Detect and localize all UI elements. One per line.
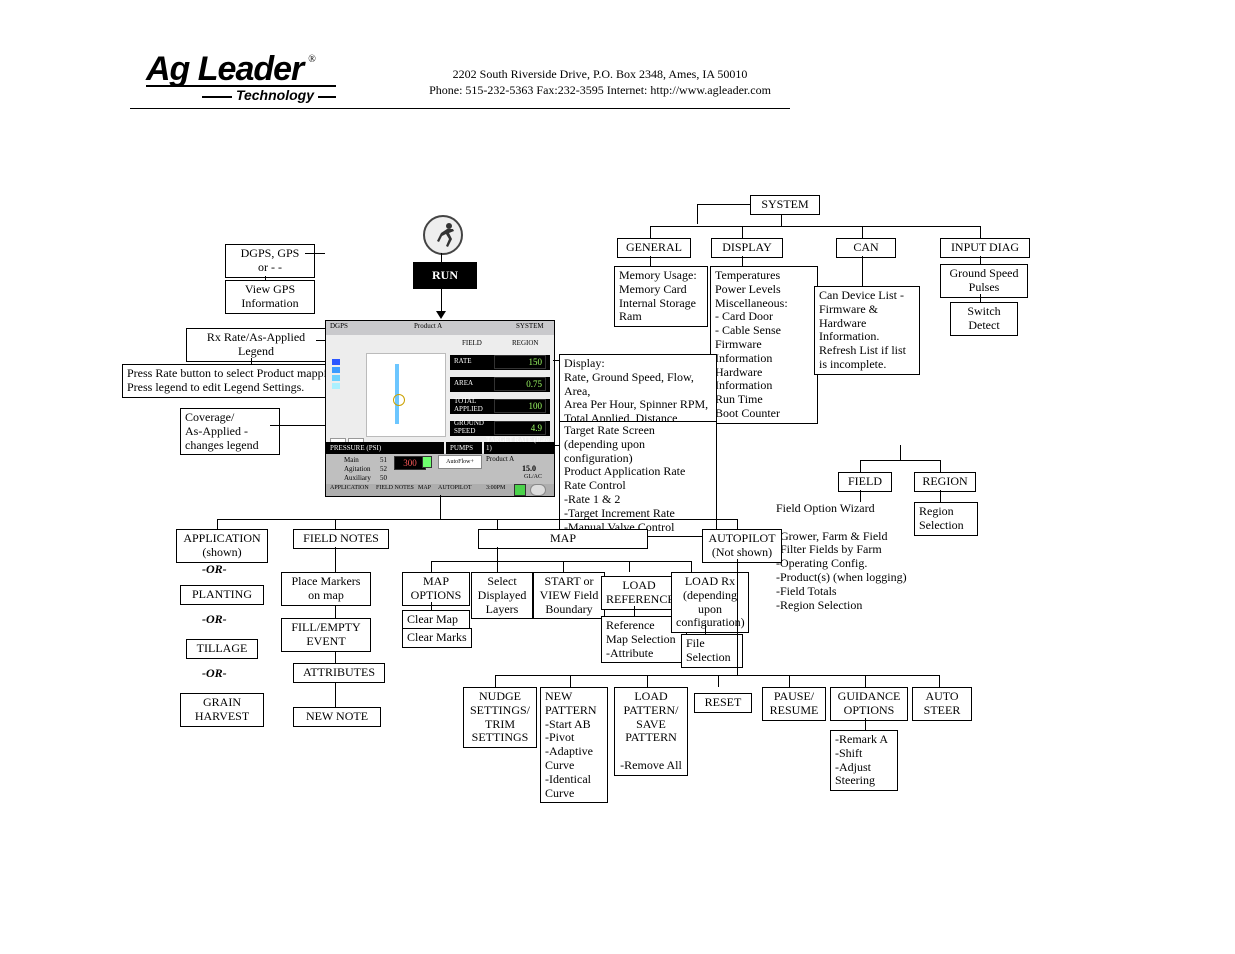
region-node[interactable]: REGION	[914, 472, 976, 492]
arrow-down-icon	[436, 311, 446, 319]
tillage-node[interactable]: TILLAGE	[186, 639, 258, 659]
autopilot-node[interactable]: AUTOPILOT (Not shown)	[702, 529, 782, 563]
display-readouts: Display: Rate, Ground Speed, Flow, Area,…	[559, 354, 717, 429]
guidance-node[interactable]: GUIDANCE OPTIONS	[830, 687, 908, 721]
general-notes: Memory Usage: Memory Card Internal Stora…	[614, 266, 708, 327]
or-3: -OR-	[202, 667, 227, 681]
field-notes: Field Option Wizard -Grower, Farm & Fiel…	[776, 502, 936, 612]
display-node[interactable]: DISPLAY	[711, 238, 783, 258]
map-node[interactable]: MAP	[478, 529, 648, 549]
planting-node[interactable]: PLANTING	[180, 585, 264, 605]
select-layers-node[interactable]: Select Displayed Layers	[471, 572, 533, 619]
reset-node[interactable]: RESET	[694, 693, 752, 713]
logo-sub: Technology	[236, 87, 314, 103]
markers-node[interactable]: Place Markers on map	[281, 572, 371, 606]
run-screen: DGPS Product A SYSTEM FIELD REGION RATE …	[325, 320, 555, 497]
logo-main: Ag Leader	[146, 50, 303, 88]
header-address: 2202 South Riverside Drive, P.O. Box 234…	[415, 68, 785, 82]
or-1: -OR-	[202, 563, 227, 577]
grain-node[interactable]: GRAIN HARVEST	[180, 693, 264, 727]
or-2: -OR-	[202, 613, 227, 627]
mapoptions-node[interactable]: MAP OPTIONS	[402, 572, 470, 606]
coverage-node: Coverage/ As-Applied - changes legend	[180, 408, 280, 455]
field-node[interactable]: FIELD	[838, 472, 892, 492]
newpattern-node[interactable]: NEW PATTERN -Start AB -Pivot -Adaptive C…	[540, 687, 608, 803]
input-groundspeed: Ground Speed Pulses	[940, 264, 1028, 298]
loadpattern-node[interactable]: LOAD PATTERN/ SAVE PATTERN -Remove All	[614, 687, 688, 776]
can-notes: Can Device List - Firmware & Hardware In…	[814, 286, 920, 375]
attributes-node[interactable]: ATTRIBUTES	[293, 663, 385, 683]
header-contact: Phone: 515-232-5363 Fax:232-3595 Interne…	[390, 84, 810, 98]
registered-icon: ®	[308, 54, 316, 65]
start-view-node[interactable]: START or VIEW Field Boundary	[533, 572, 605, 619]
rxrate-node[interactable]: Rx Rate/As-Applied Legend	[186, 328, 326, 362]
guidance-notes: -Remark A -Shift -Adjust Steering	[830, 730, 898, 791]
input-switch: Switch Detect	[950, 302, 1018, 336]
clearmarks-node[interactable]: Clear Marks	[402, 628, 472, 648]
region-selection: Region Selection	[914, 502, 978, 536]
logo: Ag Leader ® Technology	[146, 50, 340, 104]
system-node[interactable]: SYSTEM	[750, 195, 820, 215]
can-node[interactable]: CAN	[836, 238, 896, 258]
nudge-node[interactable]: NUDGE SETTINGS/ TRIM SETTINGS	[463, 687, 537, 748]
general-node[interactable]: GENERAL	[617, 238, 691, 258]
dgps-node[interactable]: DGPS, GPS or - -	[225, 244, 315, 278]
runner-icon	[423, 215, 463, 255]
run-button[interactable]: RUN	[413, 262, 477, 289]
autosteer-node[interactable]: AUTO STEER	[912, 687, 972, 721]
page: Ag Leader ® Technology 2202 South Rivers…	[0, 0, 1235, 954]
viewgps-node[interactable]: View GPS Information	[225, 280, 315, 314]
clearmap-node[interactable]: Clear Map	[402, 610, 470, 630]
application-node[interactable]: APPLICATION (shown)	[176, 529, 268, 563]
display-notes: Temperatures Power Levels Miscellaneous:…	[710, 266, 818, 424]
fieldnotes-node[interactable]: FIELD NOTES	[293, 529, 389, 549]
inputdiag-node[interactable]: INPUT DIAG	[940, 238, 1030, 258]
pause-node[interactable]: PAUSE/ RESUME	[762, 687, 826, 721]
newnote-node[interactable]: NEW NOTE	[293, 707, 381, 727]
load-reference-node[interactable]: LOAD REFERENCE	[601, 576, 677, 610]
load-rx-notes: File Selection	[681, 634, 743, 668]
fillempty-node[interactable]: FILL/EMPTY EVENT	[281, 618, 371, 652]
header-rule	[130, 108, 790, 109]
